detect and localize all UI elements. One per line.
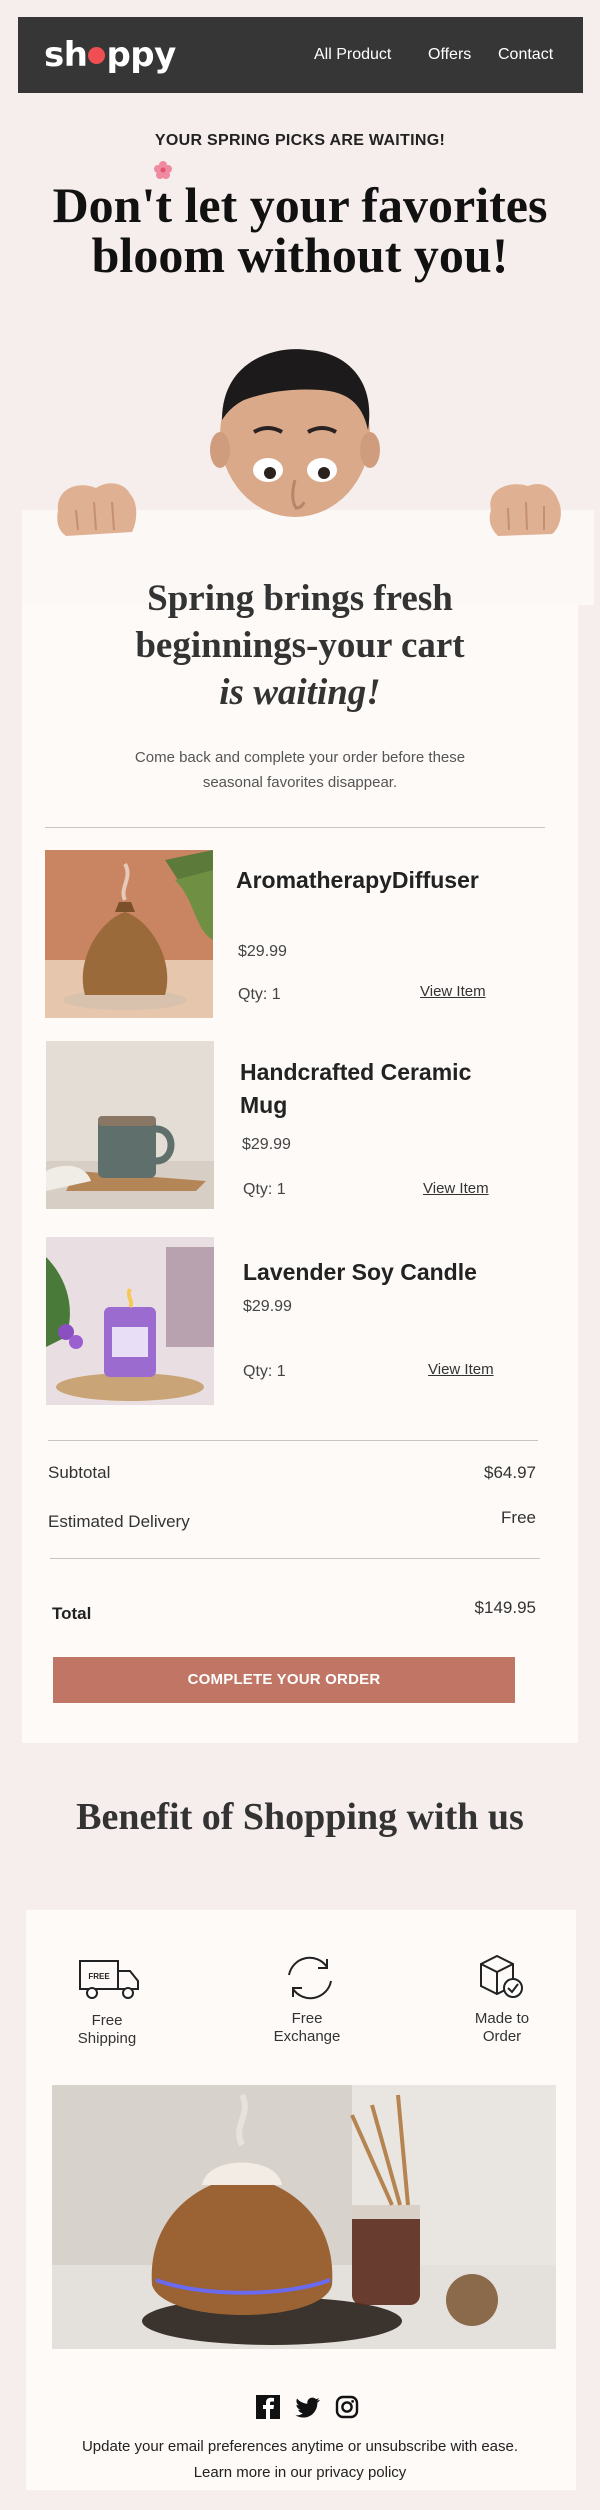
product-name[interactable]: Handcrafted Ceramic Mug <box>240 1056 500 1122</box>
nav-all-product[interactable]: All Product <box>314 45 391 65</box>
benefit-label-line: Exchange <box>273 2028 341 2045</box>
hero-eyebrow: YOUR SPRING PICKS ARE WAITING! <box>154 132 446 149</box>
product-image-candle[interactable] <box>46 1237 214 1405</box>
footer-text: Update your email preferences anytime or… <box>40 2434 560 2486</box>
complete-order-button[interactable]: COMPLETE YOUR ORDER <box>53 1657 515 1703</box>
banner-image <box>52 2085 556 2349</box>
cart-title-line1: Spring brings fresh <box>147 578 453 619</box>
logo-text-start: sh <box>44 35 88 75</box>
view-item-link[interactable]: View Item <box>428 1361 494 1378</box>
benefits-title: Benefit of Shopping with us <box>76 1796 524 1838</box>
cart-title-line3: is waiting! <box>219 672 381 713</box>
product-qty: Qty: 1 <box>243 1181 286 1198</box>
exchange-icon <box>288 1956 332 2000</box>
nav-contact[interactable]: Contact <box>498 45 553 65</box>
benefit-label-line: Order <box>482 2028 522 2045</box>
cart-subtitle: Come back and complete your order before… <box>134 749 466 791</box>
footer-preferences[interactable]: Update your email preferences anytime or… <box>40 2434 560 2460</box>
benefit-label-shipping: Free Shipping <box>52 2012 162 2048</box>
product-price: $29.99 <box>238 943 287 960</box>
cart-title: Spring brings fresh beginnings-your cart… <box>40 575 560 716</box>
subtotal-value: $64.97 <box>484 1463 536 1482</box>
peeking-person-illustration <box>57 349 561 536</box>
product-name[interactable]: Lavender Soy Candle <box>243 1256 477 1289</box>
benefit-label-line: Made to <box>474 2010 530 2027</box>
product-qty: Qty: 1 <box>243 1363 286 1380</box>
hero-title-line2: bloom without you! <box>91 227 509 283</box>
total-label: Total <box>52 1604 92 1623</box>
product-qty: Qty: 1 <box>238 986 281 1003</box>
divider <box>50 1558 540 1559</box>
delivery-label: Estimated Delivery <box>48 1512 190 1531</box>
facebook-icon[interactable] <box>255 2394 281 2420</box>
truck-icon: FREE <box>79 1960 139 1999</box>
logo-text-end: ppy <box>106 35 176 75</box>
truck-badge-text: FREE <box>88 1972 110 1981</box>
view-item-link[interactable]: View Item <box>420 983 486 1000</box>
benefit-label-line: Free <box>291 2010 323 2027</box>
product-image-mug[interactable] <box>46 1041 214 1209</box>
site-header: sh ppy All Product Offers Contact <box>18 17 583 93</box>
subtotal-label: Subtotal <box>48 1463 111 1482</box>
hero-title: Don't let your favorites bloom without y… <box>30 180 570 280</box>
twitter-icon[interactable] <box>295 2394 321 2420</box>
delivery-value: Free <box>501 1508 536 1527</box>
benefit-label-line: Free <box>91 2012 123 2029</box>
logo-dot <box>88 46 106 64</box>
divider <box>48 1440 538 1441</box>
total-value: $149.95 <box>474 1598 536 1617</box>
benefit-label-exchange: Free Exchange <box>252 2010 362 2046</box>
nav-offers[interactable]: Offers <box>428 45 471 65</box>
instagram-icon[interactable] <box>334 2394 360 2420</box>
logo[interactable]: sh ppy <box>44 35 176 75</box>
hero-title-line1: Don't let your favorites <box>52 177 548 233</box>
benefit-label-made: Made to Order <box>447 2010 557 2046</box>
divider <box>45 827 545 828</box>
product-image-diffuser[interactable] <box>45 850 213 1018</box>
cart-title-line2: beginnings-your cart <box>135 625 465 666</box>
product-price: $29.99 <box>243 1298 292 1315</box>
footer-privacy-link[interactable]: Learn more in our privacy policy <box>40 2460 560 2486</box>
view-item-link[interactable]: View Item <box>423 1180 489 1197</box>
product-name[interactable]: AromatherapyDiffuser <box>236 864 479 897</box>
benefit-label-line: Shipping <box>77 2030 137 2047</box>
product-price: $29.99 <box>242 1136 291 1153</box>
box-check-icon <box>480 1954 523 1998</box>
